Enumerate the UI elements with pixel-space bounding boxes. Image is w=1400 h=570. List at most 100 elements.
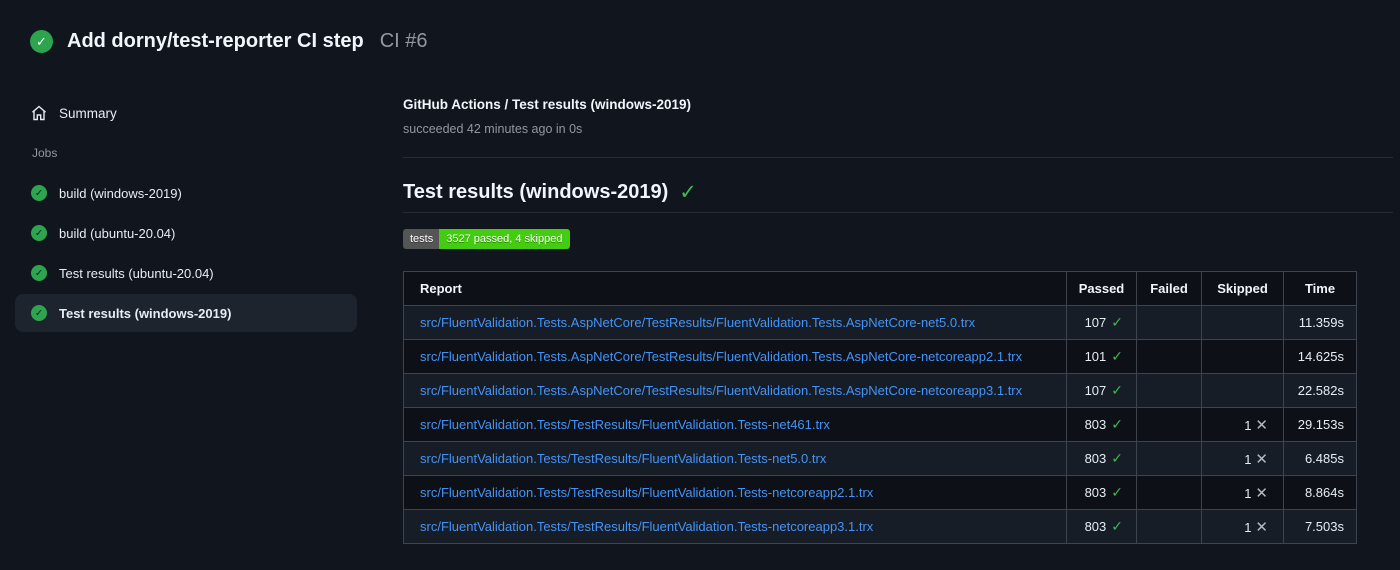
table-row: src/FluentValidation.Tests.AspNetCore/Te…: [403, 373, 1357, 408]
check-circle-icon: ✓: [30, 30, 53, 53]
passed-count: 803: [1084, 451, 1107, 466]
passed-cell: 803 ✓: [1066, 441, 1137, 476]
report-cell: src/FluentValidation.Tests/TestResults/F…: [403, 475, 1067, 510]
run-header: ✓ Add dorny/test-reporter CI step CI #6: [30, 30, 428, 53]
jobs-section-label: Jobs: [32, 146, 58, 160]
table-row: src/FluentValidation.Tests/TestResults/F…: [403, 407, 1357, 442]
report-cell: src/FluentValidation.Tests/TestResults/F…: [403, 509, 1067, 544]
table-row: src/FluentValidation.Tests.AspNetCore/Te…: [403, 305, 1357, 340]
report-cell: src/FluentValidation.Tests.AspNetCore/Te…: [403, 305, 1067, 340]
passed-cell: 107 ✓: [1066, 373, 1137, 408]
time-cell: 22.582s: [1283, 373, 1357, 408]
check-icon: ✓: [1111, 484, 1123, 500]
run-number: CI #6: [379, 30, 428, 52]
table-row: src/FluentValidation.Tests.AspNetCore/Te…: [403, 339, 1357, 374]
skipped-count: 1: [1244, 451, 1252, 467]
column-header-report: Report: [403, 271, 1067, 306]
job-label: build (windows-2019): [59, 185, 182, 201]
time-cell: 6.485s: [1283, 441, 1357, 476]
check-circle-icon: ✓: [31, 265, 47, 281]
table-row: src/FluentValidation.Tests/TestResults/F…: [403, 475, 1357, 510]
time-cell: 14.625s: [1283, 339, 1357, 374]
report-link[interactable]: src/FluentValidation.Tests/TestResults/F…: [420, 451, 826, 466]
passed-count: 107: [1084, 315, 1107, 330]
report-link[interactable]: src/FluentValidation.Tests.AspNetCore/Te…: [420, 315, 975, 330]
column-header-time: Time: [1283, 271, 1357, 306]
report-link[interactable]: src/FluentValidation.Tests/TestResults/F…: [420, 519, 873, 534]
divider: [403, 212, 1393, 213]
report-cell: src/FluentValidation.Tests.AspNetCore/Te…: [403, 373, 1067, 408]
check-run-status: succeeded 42 minutes ago in 0s: [403, 122, 583, 136]
table-header-row: Report Passed Failed Skipped Time: [403, 271, 1357, 306]
report-link[interactable]: src/FluentValidation.Tests/TestResults/F…: [420, 485, 873, 500]
skipped-cell: ✕: [1201, 373, 1284, 408]
report-link[interactable]: src/FluentValidation.Tests.AspNetCore/Te…: [420, 383, 1022, 398]
column-header-failed: Failed: [1136, 271, 1202, 306]
passed-count: 803: [1084, 519, 1107, 534]
passed-count: 107: [1084, 383, 1107, 398]
check-icon: ✓: [1111, 382, 1123, 398]
skipped-cell: ✕: [1201, 305, 1284, 340]
report-cell: src/FluentValidation.Tests/TestResults/F…: [403, 441, 1067, 476]
skipped-count: 1: [1244, 485, 1252, 501]
table-row: src/FluentValidation.Tests/TestResults/F…: [403, 509, 1357, 544]
check-icon: ✓: [1111, 416, 1123, 432]
sidebar-job-item[interactable]: ✓ build (ubuntu-20.04): [15, 214, 357, 252]
home-icon: [32, 105, 46, 121]
report-link[interactable]: src/FluentValidation.Tests.AspNetCore/Te…: [420, 349, 1022, 364]
summary-label: Summary: [59, 105, 117, 121]
skipped-cell: ✕: [1201, 339, 1284, 374]
failed-cell: [1136, 509, 1202, 544]
cross-icon: ✕: [1255, 416, 1268, 434]
report-cell: src/FluentValidation.Tests.AspNetCore/Te…: [403, 339, 1067, 374]
skipped-count: 1: [1244, 417, 1252, 433]
sidebar-job-item[interactable]: ✓ Test results (windows-2019): [15, 294, 357, 332]
job-label: build (ubuntu-20.04): [59, 225, 176, 241]
check-glyph: ✓: [35, 307, 43, 319]
passed-count: 101: [1084, 349, 1107, 364]
failed-cell: [1136, 339, 1202, 374]
check-icon: ✓: [1111, 314, 1123, 330]
passed-cell: 107 ✓: [1066, 305, 1137, 340]
skipped-cell: 1 ✕: [1201, 441, 1284, 476]
sidebar-job-item[interactable]: ✓ Test results (ubuntu-20.04): [15, 254, 357, 292]
section-title: Test results (windows-2019): [403, 181, 669, 203]
sidebar-job-item[interactable]: ✓ build (windows-2019): [15, 174, 357, 212]
divider: [403, 157, 1393, 158]
report-cell: src/FluentValidation.Tests/TestResults/F…: [403, 407, 1067, 442]
skipped-cell: 1 ✕: [1201, 475, 1284, 510]
skipped-cell: 1 ✕: [1201, 509, 1284, 544]
test-results-table: Report Passed Failed Skipped Time src/Fl…: [403, 271, 1357, 544]
passed-cell: 803 ✓: [1066, 407, 1137, 442]
cross-icon: ✕: [1255, 450, 1268, 468]
time-cell: 7.503s: [1283, 509, 1357, 544]
badge-label: tests: [403, 229, 440, 249]
column-header-skipped: Skipped: [1201, 271, 1284, 306]
time-cell: 29.153s: [1283, 407, 1357, 442]
check-run-title: GitHub Actions / Test results (windows-2…: [403, 97, 692, 112]
failed-cell: [1136, 441, 1202, 476]
table-row: src/FluentValidation.Tests/TestResults/F…: [403, 441, 1357, 476]
check-circle-icon: ✓: [31, 305, 47, 321]
check-circle-icon: ✓: [31, 225, 47, 241]
test-results-table-wrap: Report Passed Failed Skipped Time src/Fl…: [403, 271, 1357, 544]
check-icon: ✓: [1111, 450, 1123, 466]
check-glyph: ✓: [35, 187, 43, 199]
failed-cell: [1136, 475, 1202, 510]
time-cell: 11.359s: [1283, 305, 1357, 340]
sidebar-item-summary[interactable]: Summary: [15, 95, 357, 131]
failed-cell: [1136, 373, 1202, 408]
cross-icon: ✕: [1255, 484, 1268, 502]
check-icon: ✓: [1111, 348, 1123, 364]
run-title: Add dorny/test-reporter CI step: [67, 30, 364, 52]
report-link[interactable]: src/FluentValidation.Tests/TestResults/F…: [420, 417, 830, 432]
section-heading: Test results (windows-2019) ✓: [403, 181, 697, 204]
check-circle-icon: ✓: [31, 185, 47, 201]
passed-count: 803: [1084, 485, 1107, 500]
job-label: Test results (ubuntu-20.04): [59, 265, 214, 281]
check-glyph: ✓: [35, 267, 43, 279]
check-icon: ✓: [1111, 518, 1123, 534]
cross-icon: ✕: [1255, 518, 1268, 536]
skipped-cell: 1 ✕: [1201, 407, 1284, 442]
passed-cell: 803 ✓: [1066, 475, 1137, 510]
